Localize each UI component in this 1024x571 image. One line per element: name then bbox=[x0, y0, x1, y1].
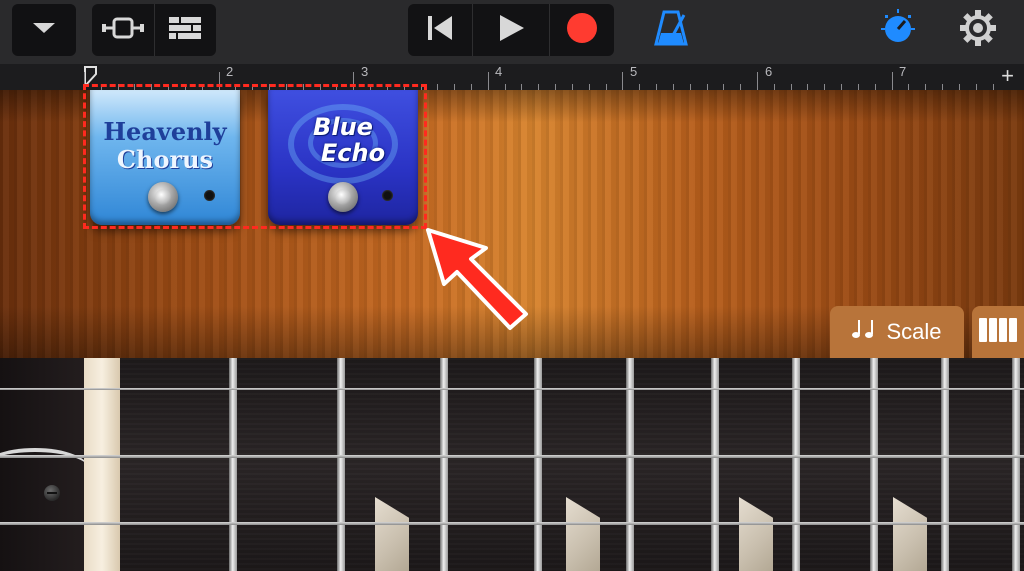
go-to-beginning-button[interactable] bbox=[408, 4, 472, 56]
master-effects-button[interactable] bbox=[872, 4, 924, 56]
annotation-arrow-icon bbox=[424, 226, 534, 337]
view-buttons bbox=[92, 4, 216, 56]
gear-icon bbox=[959, 9, 997, 52]
garageband-guitar-screen: 2 3 4 5 6 7 + Heavenly Chorus Blue Echo bbox=[0, 0, 1024, 571]
go-to-beginning-icon bbox=[425, 14, 455, 47]
scale-label: Scale bbox=[886, 319, 942, 344]
record-icon bbox=[566, 12, 598, 49]
bar-number: 3 bbox=[361, 64, 369, 79]
add-section-button[interactable]: + bbox=[1001, 64, 1014, 88]
chevron-down-icon bbox=[31, 21, 57, 40]
bar-number: 4 bbox=[495, 64, 503, 79]
metronome-icon bbox=[654, 9, 688, 52]
ruler-tick bbox=[622, 72, 623, 90]
transport-controls bbox=[408, 4, 614, 56]
track-view-icon bbox=[100, 16, 146, 45]
pedals-highlight-box bbox=[83, 84, 427, 229]
mixer-icon bbox=[167, 15, 203, 46]
music-notes-icon bbox=[852, 318, 876, 346]
settings-button[interactable] bbox=[952, 4, 1004, 56]
notes-grid-icon bbox=[979, 317, 1017, 347]
mixer-button[interactable] bbox=[153, 4, 217, 56]
bar-number: 7 bbox=[899, 64, 907, 79]
control-bar bbox=[0, 0, 1024, 64]
my-songs-menu-button[interactable] bbox=[12, 4, 76, 56]
notes-chords-toggle-button[interactable] bbox=[972, 306, 1024, 358]
ruler-tick bbox=[757, 72, 758, 90]
guitar-string[interactable] bbox=[0, 455, 1024, 458]
bar-number: 6 bbox=[765, 64, 773, 79]
record-button[interactable] bbox=[549, 4, 614, 56]
guitar-string[interactable] bbox=[0, 522, 1024, 525]
play-button[interactable] bbox=[472, 4, 549, 56]
metronome-button[interactable] bbox=[645, 4, 697, 56]
master-effects-knob-icon bbox=[878, 8, 918, 53]
play-icon bbox=[496, 13, 526, 48]
track-view-button[interactable] bbox=[92, 4, 154, 56]
bar-number: 5 bbox=[630, 64, 638, 79]
screw bbox=[44, 485, 60, 501]
ruler-tick bbox=[892, 72, 893, 90]
bar-number: 2 bbox=[226, 64, 234, 79]
scale-button[interactable]: Scale bbox=[830, 306, 964, 358]
guitar-string[interactable] bbox=[0, 388, 1024, 390]
ruler-tick bbox=[488, 72, 489, 90]
